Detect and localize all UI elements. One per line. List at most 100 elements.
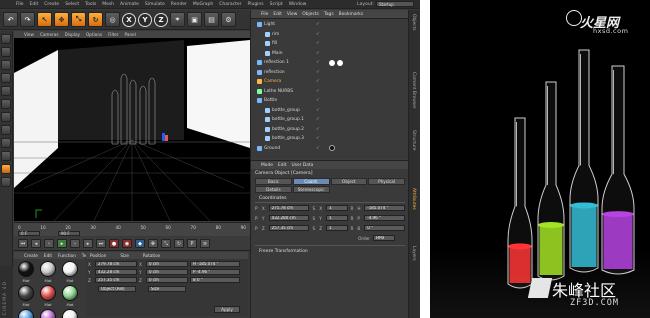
axis-mode-icon[interactable] [1,73,11,83]
recent-tool-icon[interactable]: ◎ [105,12,120,27]
previous-key-icon[interactable]: ◂ [31,239,41,248]
visibility-check-icon[interactable]: ✓ [316,127,320,132]
workplane-icon[interactable] [1,151,11,161]
viewport-menu-view[interactable]: View [24,32,34,37]
menu-render[interactable]: Render [171,2,187,7]
menu-edit[interactable]: Edit [30,2,39,7]
redo-icon[interactable]: ↷ [20,12,35,27]
material-tag-icon[interactable] [329,59,335,66]
rotation-field[interactable]: P -4.96 ° [190,269,240,275]
visibility-check-icon[interactable]: ✓ [316,60,320,65]
tab-details[interactable]: Details [255,186,292,193]
attribute-menu-user-data[interactable]: User Data [291,163,313,168]
position-value-field[interactable]: 257.35 cm [268,225,310,231]
uv-mode-icon[interactable] [1,125,11,135]
side-tab-content-browser[interactable]: Content Browser [411,72,416,109]
live-selection-icon[interactable]: ↖ [37,12,52,27]
object-menu-objects[interactable]: Objects [302,12,319,17]
rotation-key-icon[interactable]: ↻ [174,239,184,248]
object-row-light[interactable]: Light ✓ [251,21,409,29]
material-item[interactable]: Mat [38,285,58,307]
visibility-check-icon[interactable]: ✓ [316,117,320,122]
next-key-icon[interactable]: ▸ [83,239,93,248]
rotation-field[interactable]: B 0 ° [190,277,240,283]
autokey-icon[interactable]: ◉ [122,239,132,248]
rotation-value-field[interactable]: -4.96 ° [364,215,405,221]
visibility-check-icon[interactable]: ✓ [316,41,320,46]
visibility-check-icon[interactable]: ✓ [316,98,320,103]
rotate-icon[interactable]: ↻ [88,12,103,27]
tab-object[interactable]: Object [330,178,368,185]
scale-value-field[interactable]: 1 [326,225,348,231]
attribute-menu-mode[interactable]: Mode [261,163,273,168]
material-item[interactable]: Mat [16,285,36,307]
rotation-field[interactable]: H -185.074 ° [190,261,240,267]
object-row-bottle-group-2[interactable]: bottle_group.2 ✓ [251,126,409,134]
visibility-check-icon[interactable]: ✓ [316,70,320,75]
menu-simulate[interactable]: Simulate [145,2,165,7]
size-field[interactable]: 0 cm [146,277,188,283]
render-settings-icon[interactable]: ⚙ [221,12,236,27]
model-mode-icon[interactable] [1,47,11,57]
size-mode-select[interactable]: Size [148,286,186,292]
y-axis-lock-button[interactable]: Y [138,12,152,27]
viewport-menu-display[interactable]: Display [65,32,80,37]
snapping-icon[interactable] [1,138,11,148]
material-item[interactable]: Mat [16,261,36,283]
material-tag-icon[interactable] [337,59,343,66]
visibility-check-icon[interactable]: ✓ [316,136,320,141]
rotation-value-field[interactable]: -185.074 ° [364,205,405,211]
object-menu-tags[interactable]: Tags [324,12,334,17]
position-field[interactable]: 279.78 cm [95,261,137,267]
menu-tools[interactable]: Tools [85,2,96,7]
menu-plugins[interactable]: Plugins [248,2,264,7]
render-picture-viewer-icon[interactable]: ▤ [204,12,219,27]
object-menu-bookmarks[interactable]: Bookmarks [339,12,364,17]
coordinate-system-icon[interactable]: ⌖ [170,12,185,27]
side-tab-attributes[interactable]: Attributes [411,188,416,210]
tab-basic[interactable]: Basic [255,178,292,185]
object-menu-view[interactable]: View [287,12,297,17]
side-tab-structure[interactable]: Structure [411,130,416,150]
visibility-check-icon[interactable]: ✓ [316,32,320,37]
object-row-bottle-group-3[interactable]: bottle_group.3 ✓ [251,135,409,143]
material-item[interactable]: Mat [60,261,80,283]
position-value-field[interactable]: 275.78 cm [268,205,310,211]
object-row-lathe-nurbs[interactable]: Lathe NURBS ✓ [251,88,409,96]
viewport-menu-panel[interactable]: Panel [125,32,136,37]
menu-file[interactable]: File [16,2,24,7]
x-axis-lock-button[interactable]: X [122,12,136,27]
object-row-bottle[interactable]: Bottle ✓ [251,97,409,105]
scale-value-field[interactable]: 1 [326,205,348,211]
material-menu-edit[interactable]: Edit [44,253,52,258]
menu-window[interactable]: Window [289,2,307,7]
points-mode-icon[interactable] [1,86,11,96]
side-tab-layers[interactable]: Layers [411,246,416,261]
viewport-menu-options[interactable]: Options [86,32,102,37]
object-menu-file[interactable]: File [261,12,268,17]
object-row-bottle-group-1[interactable]: bottle_group.1 ✓ [251,116,409,124]
menu-mesh[interactable]: Mesh [102,2,114,7]
timeline[interactable]: 0 10 20 30 40 50 60 70 80 90 0 F 90 F [14,222,250,236]
material-menu-create[interactable]: Create [24,253,38,258]
viewport-menu-cameras[interactable]: Cameras [40,32,59,37]
menu-animate[interactable]: Animate [120,2,139,7]
go-to-end-icon[interactable]: ⏭ [96,239,106,248]
play-icon[interactable]: ▸ [57,239,67,248]
object-row-rim[interactable]: rim ✓ [251,31,409,39]
size-field[interactable]: 0 cm [146,261,188,267]
parameter-key-icon[interactable]: P [187,239,197,248]
soft-selection-icon[interactable] [1,164,11,174]
size-field[interactable]: 0 cm [146,269,188,275]
material-item[interactable]: Mat [60,309,80,318]
material-item[interactable]: Mat [16,309,36,318]
viewport-menu-filter[interactable]: Filter [108,32,118,37]
visibility-check-icon[interactable]: ✓ [316,89,320,94]
layout-select[interactable]: Startup [376,1,414,7]
menu-mograph[interactable]: MoGraph [193,2,213,7]
object-row-bottle-group[interactable]: bottle_group ✓ [251,107,409,115]
freeze-transformation-section[interactable]: Freeze Transformation [255,245,405,257]
go-to-start-icon[interactable]: ⏮ [18,239,28,248]
z-axis-lock-button[interactable]: Z [154,12,168,27]
scale-icon[interactable]: ⤡ [71,12,86,27]
